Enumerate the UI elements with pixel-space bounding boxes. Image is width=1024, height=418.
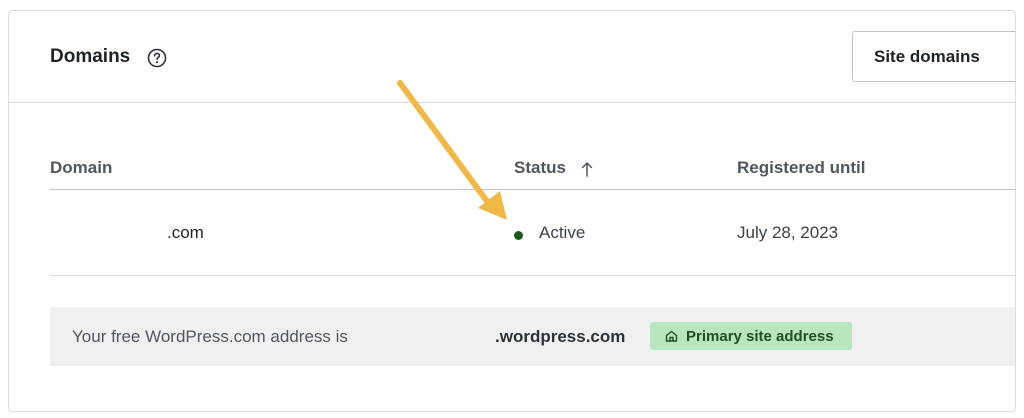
domains-header: Domains Site domains [9,11,1015,103]
table-header-divider [50,189,1015,190]
site-domains-button[interactable]: Site domains [852,31,1015,82]
column-header-domain[interactable]: Domain [50,158,112,178]
primary-site-address-label: Primary site address [686,328,834,345]
primary-site-address-badge: Primary site address [650,322,852,350]
domains-card: Domains Site domains Domain Status Regis… [8,10,1016,412]
status-text: Active [539,223,586,242]
status-active-dot [514,231,523,240]
registered-until-date: July 28, 2023 [737,223,839,242]
free-address-value[interactable]: .wordpress.com [495,327,625,347]
free-address-banner: Your free WordPress.com address is .word… [50,307,1015,366]
free-address-label: Your free WordPress.com address is [72,327,348,346]
home-icon [665,330,678,342]
arrow-up-icon[interactable] [580,161,594,177]
column-header-registered-until[interactable]: Registered until [737,158,865,178]
domain-name-link[interactable]: .com [167,223,204,243]
question-circle-icon[interactable] [147,48,167,68]
page-title: Domains [50,46,131,67]
table-row-divider [50,275,1015,276]
column-header-status[interactable]: Status [514,158,566,178]
